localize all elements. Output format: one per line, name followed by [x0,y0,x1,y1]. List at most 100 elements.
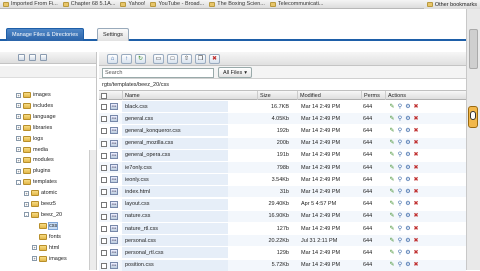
settings-icon[interactable]: ⚙ [405,152,411,158]
table-row[interactable]: css general_konqueror.css 192b Mar 14 2:49 … [99,125,466,137]
row-checkbox[interactable] [101,201,107,208]
view-icon[interactable]: ⚲ [397,128,403,134]
tab-manage-files[interactable]: Manage Files & Directories [6,28,85,41]
tree-item[interactable]: + html [32,243,59,253]
select-all-checkbox[interactable] [99,91,109,100]
tree-item[interactable]: + images [16,90,51,100]
settings-icon[interactable]: ⚙ [405,213,411,219]
view-icon[interactable]: ⚲ [397,104,403,110]
file-perms[interactable]: 644 [361,199,383,210]
file-name-link[interactable]: general_konqueror.css [122,125,228,137]
tree-item[interactable]: + atomic [24,188,57,198]
view-icon[interactable]: ⚲ [397,201,403,207]
expand-toggle-icon[interactable]: - [24,212,29,218]
edit-icon[interactable]: ✎ [389,177,395,183]
upload-button[interactable]: ⇧ [181,53,192,64]
settings-icon[interactable]: ⚙ [405,238,411,244]
delete-icon[interactable]: ✖ [413,262,419,268]
page-scrollbar[interactable] [466,9,480,270]
settings-icon[interactable]: ⚙ [405,116,411,122]
table-row[interactable]: css general_opera.css 191b Mar 14 2:49 PM 64… [99,149,466,161]
view-icon[interactable]: ⚲ [397,152,403,158]
home-button[interactable]: ⌂ [107,53,118,64]
edit-icon[interactable]: ✎ [389,201,395,207]
bookmark-item[interactable]: YouTube - Broad... [150,1,204,7]
settings-icon[interactable]: ⚙ [405,165,411,171]
expand-toggle-icon[interactable]: + [16,114,21,120]
table-row[interactable]: css ie7only.css 798b Mar 14 2:49 PM 644 ✎ ⚲ ⚙ ✖ [99,162,466,173]
edit-icon[interactable]: ✎ [389,128,395,134]
file-perms[interactable]: 644 [361,247,383,258]
file-perms[interactable]: 644 [361,174,383,185]
file-name-link[interactable]: layout.css [122,198,228,210]
table-row[interactable]: css nature_rtl.css 127b Mar 14 2:49 PM 644 ✎ ⚲… [99,223,466,234]
delete-button[interactable]: ✖ [209,53,220,64]
tree-item[interactable]: fonts [32,232,61,242]
edit-icon[interactable]: ✎ [389,104,395,110]
table-row[interactable]: css black.css 16.7KB Mar 14 2:49 PM 644 ✎ ⚲ ⚙ ✖ [99,101,466,112]
file-perms[interactable]: 644 [361,223,383,234]
view-icon[interactable]: ⚲ [397,262,403,268]
row-checkbox[interactable] [101,189,107,196]
up-button[interactable]: ↑ [121,53,132,64]
row-checkbox[interactable] [101,140,107,147]
tree-item[interactable]: + logs [16,134,43,144]
view-icon[interactable]: ⚲ [397,177,403,183]
row-checkbox[interactable] [101,262,107,269]
edit-icon[interactable]: ✎ [389,226,395,232]
tree-item[interactable]: + images [32,254,67,264]
row-checkbox[interactable] [101,177,107,184]
row-checkbox[interactable] [101,250,107,257]
tree-item[interactable]: + libraries [16,123,52,133]
header-size[interactable]: Size [257,91,297,100]
delete-icon[interactable]: ✖ [413,128,419,134]
edit-icon[interactable]: ✎ [389,152,395,158]
file-name-link[interactable]: black.css [122,101,228,112]
tree-refresh-icon[interactable] [40,54,47,61]
tree-scrollbar[interactable] [89,150,96,270]
edit-icon[interactable]: ✎ [389,250,395,256]
tree-item[interactable]: css [32,221,59,231]
file-perms[interactable]: 644 [361,138,383,149]
delete-icon[interactable]: ✖ [413,177,419,183]
file-perms[interactable]: 644 [361,150,383,161]
table-row[interactable]: css position.css 5.72Kb Mar 14 2:49 PM 644 ✎ ⚲… [99,259,466,271]
row-checkbox[interactable] [101,213,107,220]
expand-toggle-icon[interactable]: + [16,92,21,98]
settings-icon[interactable]: ⚙ [405,250,411,256]
file-name-link[interactable]: ie7only.css [122,162,228,173]
new-file-button[interactable]: □ [167,53,178,64]
file-perms[interactable]: 644 [361,235,383,246]
edit-icon[interactable]: ✎ [389,213,395,219]
file-perms[interactable]: 644 [361,186,383,197]
settings-icon[interactable]: ⚙ [405,140,411,146]
table-row[interactable]: css nature.css 16.90Kb Mar 14 2:49 PM 644 ✎ ⚲ ⚙… [99,210,466,222]
delete-icon[interactable]: ✖ [413,152,419,158]
file-name-link[interactable]: index.html [122,186,228,198]
file-filter-select[interactable]: All Files ▾ [218,67,252,78]
file-name-link[interactable]: position.css [122,259,228,271]
edit-icon[interactable]: ✎ [389,262,395,268]
file-perms[interactable]: 644 [361,211,383,222]
expand-toggle-icon[interactable]: + [24,190,29,196]
tree-item[interactable]: + media [16,145,48,155]
file-name-link[interactable]: nature.css [122,210,228,222]
view-icon[interactable]: ⚲ [397,226,403,232]
header-modified[interactable]: Modified [297,91,361,100]
table-row[interactable]: css general.css 4.05Kb Mar 14 2:49 PM 644 ✎ ⚲ ⚙… [99,113,466,125]
edit-icon[interactable]: ✎ [389,140,395,146]
tree-item[interactable]: + plugins [16,166,50,176]
row-checkbox[interactable] [101,116,107,123]
view-icon[interactable]: ⚲ [397,116,403,122]
file-name-link[interactable]: general_mozilla.css [122,137,228,149]
other-bookmarks[interactable]: Other bookmarks [423,0,480,9]
expand-toggle-icon[interactable]: + [32,256,37,261]
file-name-link[interactable]: general.css [122,113,228,125]
row-checkbox[interactable] [101,128,107,135]
row-checkbox[interactable] [101,152,107,159]
table-row[interactable]: css personal_rtl.css 129b Mar 14 2:49 PM 644… [99,247,466,259]
delete-icon[interactable]: ✖ [413,250,419,256]
delete-icon[interactable]: ✖ [413,238,419,244]
file-perms[interactable]: 644 [361,113,383,124]
file-name-link[interactable]: general_opera.css [122,149,228,161]
